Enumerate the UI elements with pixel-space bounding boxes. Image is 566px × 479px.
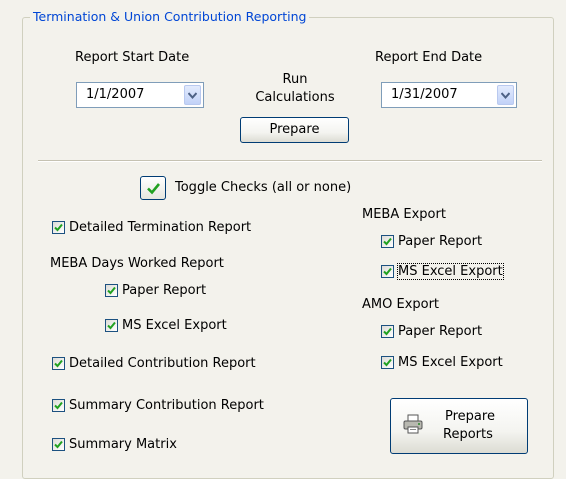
check-icon	[54, 401, 63, 410]
meba-export-paper-checkbox[interactable]: Paper Report	[381, 234, 482, 249]
meba-days-excel-label: MS Excel Export	[122, 318, 227, 333]
check-icon	[54, 359, 63, 368]
report-end-date-picker[interactable]: 1/31/2007	[381, 82, 517, 108]
detailed-contribution-label: Detailed Contribution Report	[69, 356, 256, 371]
meba-days-paper-label: Paper Report	[122, 283, 207, 298]
detailed-termination-checkbox[interactable]: Detailed Termination Report	[52, 220, 251, 235]
report-end-label: Report End Date	[375, 50, 483, 65]
summary-contribution-checkbox[interactable]: Summary Contribution Report	[52, 398, 264, 413]
check-icon	[107, 286, 116, 295]
check-icon	[54, 223, 63, 232]
run-label-line1: Run	[282, 72, 308, 87]
printer-icon	[403, 414, 423, 434]
report-start-date-picker[interactable]: 1/1/2007	[76, 82, 204, 108]
meba-export-heading: MEBA Export	[362, 207, 446, 222]
amo-export-paper-label: Paper Report	[398, 324, 483, 339]
summary-matrix-checkbox[interactable]: Summary Matrix	[52, 437, 177, 452]
check-icon	[383, 267, 392, 276]
prepare-calculations-button[interactable]: Prepare	[240, 117, 349, 143]
check-icon	[383, 327, 392, 336]
amo-export-paper-checkbox[interactable]: Paper Report	[381, 324, 482, 339]
prepare-reports-button[interactable]: Prepare Reports	[390, 398, 528, 454]
prepare-calculations-label: Prepare	[269, 122, 320, 137]
summary-matrix-label: Summary Matrix	[69, 437, 177, 452]
toggle-checks-label: Toggle Checks (all or none)	[175, 180, 352, 195]
chevron-down-icon[interactable]	[184, 85, 201, 105]
detailed-contribution-checkbox[interactable]: Detailed Contribution Report	[52, 356, 256, 371]
check-icon	[107, 321, 116, 330]
amo-export-excel-label: MS Excel Export	[398, 355, 503, 370]
report-end-value: 1/31/2007	[391, 87, 458, 102]
toggle-checks-button[interactable]	[140, 176, 166, 200]
prepare-reports-line2: Reports	[443, 427, 493, 442]
run-label-line2: Calculations	[255, 90, 335, 105]
check-icon	[54, 440, 63, 449]
report-start-value: 1/1/2007	[86, 87, 145, 102]
meba-days-worked-heading: MEBA Days Worked Report	[50, 256, 224, 271]
meba-export-excel-label: MS Excel Export	[397, 263, 504, 280]
prepare-reports-line1: Prepare	[445, 409, 495, 424]
check-icon	[383, 358, 392, 367]
check-icon	[147, 183, 161, 195]
summary-contribution-label: Summary Contribution Report	[69, 398, 264, 413]
amo-export-excel-checkbox[interactable]: MS Excel Export	[381, 355, 503, 370]
chevron-down-icon[interactable]	[497, 85, 514, 105]
meba-export-paper-label: Paper Report	[398, 234, 483, 249]
check-icon	[383, 237, 392, 246]
detailed-termination-label: Detailed Termination Report	[69, 220, 252, 235]
meba-days-excel-checkbox[interactable]: MS Excel Export	[105, 318, 227, 333]
amo-export-heading: AMO Export	[362, 297, 440, 312]
report-start-label: Report Start Date	[75, 50, 190, 65]
meba-days-paper-checkbox[interactable]: Paper Report	[105, 283, 206, 298]
divider	[38, 160, 542, 162]
meba-export-excel-checkbox[interactable]: MS Excel Export	[381, 263, 504, 280]
group-title: Termination & Union Contribution Reporti…	[30, 9, 310, 24]
